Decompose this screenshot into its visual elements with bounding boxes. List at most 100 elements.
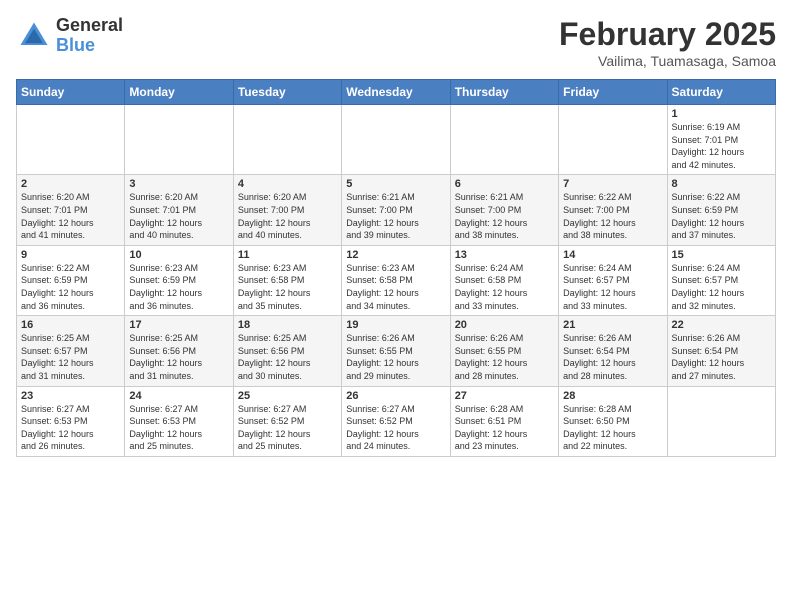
- day-info: Sunrise: 6:28 AM Sunset: 6:51 PM Dayligh…: [455, 403, 554, 453]
- title-block: February 2025 Vailima, Tuamasaga, Samoa: [559, 16, 776, 69]
- calendar-cell: 4Sunrise: 6:20 AM Sunset: 7:00 PM Daylig…: [233, 175, 341, 245]
- calendar-cell: 8Sunrise: 6:22 AM Sunset: 6:59 PM Daylig…: [667, 175, 775, 245]
- calendar-week-row: 2Sunrise: 6:20 AM Sunset: 7:01 PM Daylig…: [17, 175, 776, 245]
- day-info: Sunrise: 6:25 AM Sunset: 6:56 PM Dayligh…: [129, 332, 228, 382]
- calendar-cell: 2Sunrise: 6:20 AM Sunset: 7:01 PM Daylig…: [17, 175, 125, 245]
- day-info: Sunrise: 6:28 AM Sunset: 6:50 PM Dayligh…: [563, 403, 662, 453]
- calendar-week-row: 1Sunrise: 6:19 AM Sunset: 7:01 PM Daylig…: [17, 105, 776, 175]
- page-header: General Blue February 2025 Vailima, Tuam…: [16, 16, 776, 69]
- day-info: Sunrise: 6:27 AM Sunset: 6:53 PM Dayligh…: [21, 403, 120, 453]
- day-header-friday: Friday: [559, 80, 667, 105]
- day-number: 13: [455, 249, 554, 261]
- calendar-cell: 13Sunrise: 6:24 AM Sunset: 6:58 PM Dayli…: [450, 245, 558, 315]
- day-info: Sunrise: 6:21 AM Sunset: 7:00 PM Dayligh…: [455, 191, 554, 241]
- day-number: 9: [21, 249, 120, 261]
- day-info: Sunrise: 6:27 AM Sunset: 6:52 PM Dayligh…: [346, 403, 445, 453]
- calendar-cell: [17, 105, 125, 175]
- day-info: Sunrise: 6:20 AM Sunset: 7:01 PM Dayligh…: [129, 191, 228, 241]
- calendar-cell: [125, 105, 233, 175]
- calendar-cell: 1Sunrise: 6:19 AM Sunset: 7:01 PM Daylig…: [667, 105, 775, 175]
- day-info: Sunrise: 6:25 AM Sunset: 6:57 PM Dayligh…: [21, 332, 120, 382]
- day-number: 17: [129, 319, 228, 331]
- day-number: 26: [346, 390, 445, 402]
- day-number: 27: [455, 390, 554, 402]
- calendar-week-row: 9Sunrise: 6:22 AM Sunset: 6:59 PM Daylig…: [17, 245, 776, 315]
- day-number: 6: [455, 178, 554, 190]
- calendar-cell: 24Sunrise: 6:27 AM Sunset: 6:53 PM Dayli…: [125, 386, 233, 456]
- day-info: Sunrise: 6:27 AM Sunset: 6:53 PM Dayligh…: [129, 403, 228, 453]
- calendar-table: SundayMondayTuesdayWednesdayThursdayFrid…: [16, 79, 776, 457]
- day-info: Sunrise: 6:23 AM Sunset: 6:58 PM Dayligh…: [346, 262, 445, 312]
- day-number: 22: [672, 319, 771, 331]
- day-number: 23: [21, 390, 120, 402]
- day-info: Sunrise: 6:22 AM Sunset: 6:59 PM Dayligh…: [672, 191, 771, 241]
- day-info: Sunrise: 6:24 AM Sunset: 6:57 PM Dayligh…: [563, 262, 662, 312]
- calendar-cell: 20Sunrise: 6:26 AM Sunset: 6:55 PM Dayli…: [450, 316, 558, 386]
- day-info: Sunrise: 6:25 AM Sunset: 6:56 PM Dayligh…: [238, 332, 337, 382]
- day-info: Sunrise: 6:20 AM Sunset: 7:01 PM Dayligh…: [21, 191, 120, 241]
- day-number: 11: [238, 249, 337, 261]
- calendar-cell: 19Sunrise: 6:26 AM Sunset: 6:55 PM Dayli…: [342, 316, 450, 386]
- day-number: 12: [346, 249, 445, 261]
- day-header-monday: Monday: [125, 80, 233, 105]
- subtitle: Vailima, Tuamasaga, Samoa: [559, 53, 776, 69]
- calendar-cell: [667, 386, 775, 456]
- calendar-cell: 9Sunrise: 6:22 AM Sunset: 6:59 PM Daylig…: [17, 245, 125, 315]
- calendar-cell: 6Sunrise: 6:21 AM Sunset: 7:00 PM Daylig…: [450, 175, 558, 245]
- day-number: 25: [238, 390, 337, 402]
- calendar-cell: 28Sunrise: 6:28 AM Sunset: 6:50 PM Dayli…: [559, 386, 667, 456]
- calendar-week-row: 16Sunrise: 6:25 AM Sunset: 6:57 PM Dayli…: [17, 316, 776, 386]
- day-number: 14: [563, 249, 662, 261]
- day-number: 10: [129, 249, 228, 261]
- calendar-cell: 21Sunrise: 6:26 AM Sunset: 6:54 PM Dayli…: [559, 316, 667, 386]
- day-number: 5: [346, 178, 445, 190]
- calendar-cell: [450, 105, 558, 175]
- day-number: 20: [455, 319, 554, 331]
- day-info: Sunrise: 6:21 AM Sunset: 7:00 PM Dayligh…: [346, 191, 445, 241]
- day-info: Sunrise: 6:27 AM Sunset: 6:52 PM Dayligh…: [238, 403, 337, 453]
- day-info: Sunrise: 6:26 AM Sunset: 6:55 PM Dayligh…: [346, 332, 445, 382]
- logo-text: General Blue: [56, 16, 123, 56]
- day-info: Sunrise: 6:23 AM Sunset: 6:58 PM Dayligh…: [238, 262, 337, 312]
- day-number: 18: [238, 319, 337, 331]
- day-info: Sunrise: 6:24 AM Sunset: 6:58 PM Dayligh…: [455, 262, 554, 312]
- calendar-cell: 10Sunrise: 6:23 AM Sunset: 6:59 PM Dayli…: [125, 245, 233, 315]
- calendar-cell: 16Sunrise: 6:25 AM Sunset: 6:57 PM Dayli…: [17, 316, 125, 386]
- day-number: 3: [129, 178, 228, 190]
- logo: General Blue: [16, 16, 123, 56]
- calendar-cell: 27Sunrise: 6:28 AM Sunset: 6:51 PM Dayli…: [450, 386, 558, 456]
- day-header-sunday: Sunday: [17, 80, 125, 105]
- day-header-tuesday: Tuesday: [233, 80, 341, 105]
- day-number: 16: [21, 319, 120, 331]
- day-info: Sunrise: 6:24 AM Sunset: 6:57 PM Dayligh…: [672, 262, 771, 312]
- day-number: 1: [672, 108, 771, 120]
- day-info: Sunrise: 6:26 AM Sunset: 6:54 PM Dayligh…: [672, 332, 771, 382]
- day-info: Sunrise: 6:20 AM Sunset: 7:00 PM Dayligh…: [238, 191, 337, 241]
- day-number: 7: [563, 178, 662, 190]
- day-number: 4: [238, 178, 337, 190]
- calendar-cell: 17Sunrise: 6:25 AM Sunset: 6:56 PM Dayli…: [125, 316, 233, 386]
- day-info: Sunrise: 6:22 AM Sunset: 6:59 PM Dayligh…: [21, 262, 120, 312]
- logo-blue: Blue: [56, 36, 123, 56]
- day-number: 19: [346, 319, 445, 331]
- day-info: Sunrise: 6:19 AM Sunset: 7:01 PM Dayligh…: [672, 121, 771, 171]
- calendar-cell: 15Sunrise: 6:24 AM Sunset: 6:57 PM Dayli…: [667, 245, 775, 315]
- day-header-wednesday: Wednesday: [342, 80, 450, 105]
- main-title: February 2025: [559, 16, 776, 53]
- day-number: 21: [563, 319, 662, 331]
- calendar-week-row: 23Sunrise: 6:27 AM Sunset: 6:53 PM Dayli…: [17, 386, 776, 456]
- calendar-cell: 12Sunrise: 6:23 AM Sunset: 6:58 PM Dayli…: [342, 245, 450, 315]
- logo-icon: [16, 18, 52, 54]
- day-info: Sunrise: 6:26 AM Sunset: 6:54 PM Dayligh…: [563, 332, 662, 382]
- calendar-cell: 7Sunrise: 6:22 AM Sunset: 7:00 PM Daylig…: [559, 175, 667, 245]
- day-header-thursday: Thursday: [450, 80, 558, 105]
- calendar-cell: 18Sunrise: 6:25 AM Sunset: 6:56 PM Dayli…: [233, 316, 341, 386]
- day-number: 8: [672, 178, 771, 190]
- calendar-cell: 14Sunrise: 6:24 AM Sunset: 6:57 PM Dayli…: [559, 245, 667, 315]
- calendar-cell: 23Sunrise: 6:27 AM Sunset: 6:53 PM Dayli…: [17, 386, 125, 456]
- day-number: 15: [672, 249, 771, 261]
- calendar-cell: [342, 105, 450, 175]
- calendar-cell: [233, 105, 341, 175]
- calendar-cell: 11Sunrise: 6:23 AM Sunset: 6:58 PM Dayli…: [233, 245, 341, 315]
- calendar-cell: 5Sunrise: 6:21 AM Sunset: 7:00 PM Daylig…: [342, 175, 450, 245]
